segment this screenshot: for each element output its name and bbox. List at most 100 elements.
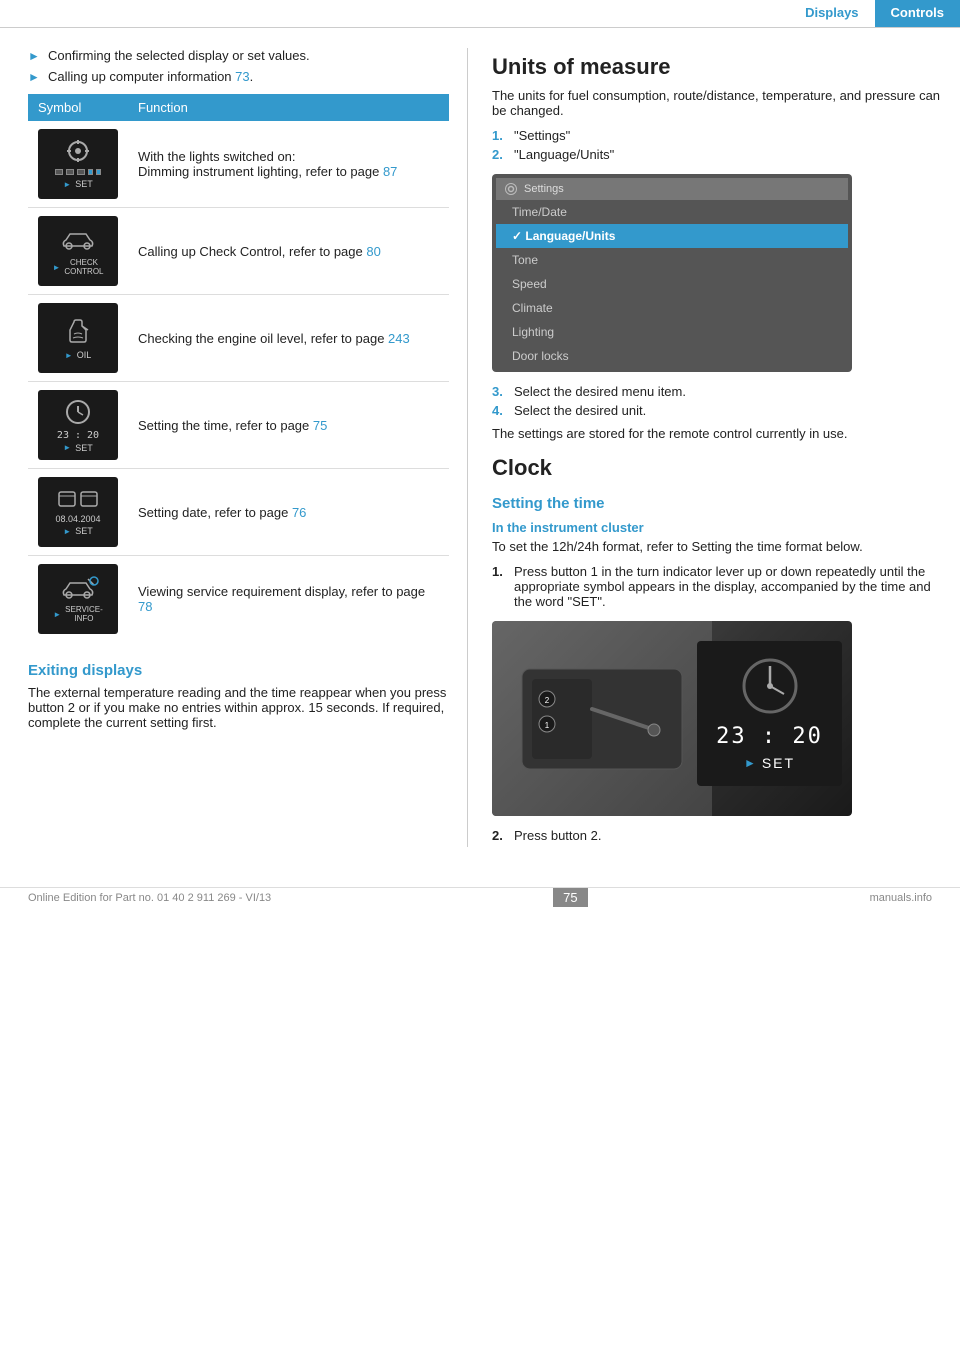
- date-icon: [56, 488, 100, 514]
- bullet-item-2: ► Calling up computer information 73.: [28, 69, 449, 84]
- function-cell-oil: Checking the engine oil level, refer to …: [128, 295, 449, 382]
- car-interior-svg: 2 1: [502, 639, 702, 799]
- exiting-displays-section: Exiting displays The external temperatur…: [28, 662, 449, 730]
- page-link-87[interactable]: 87: [383, 164, 397, 179]
- page-link-80[interactable]: 80: [366, 244, 380, 259]
- clock-step-1-text: Press button 1 in the turn indicator lev…: [514, 564, 942, 609]
- page-link-75[interactable]: 75: [313, 418, 327, 433]
- footer-edition-text: Online Edition for Part no. 01 40 2 911 …: [28, 892, 271, 904]
- settings-menu-item[interactable]: Tone: [496, 248, 848, 272]
- units-step-2: 2. "Language/Units": [492, 147, 942, 162]
- settings-menu-list: Time/Date✓ Language/UnitsToneSpeedClimat…: [496, 200, 848, 368]
- settings-menu-item[interactable]: Door locks: [496, 344, 848, 368]
- units-step-2-text: "Language/Units": [514, 147, 614, 162]
- play-arrow-icon: ►: [744, 756, 756, 770]
- clock-display-icon: [740, 656, 800, 716]
- clock-symbol-icon: [59, 398, 97, 430]
- table-col-symbol: Symbol: [28, 94, 128, 121]
- page-link-243[interactable]: 243: [388, 331, 410, 346]
- units-heading: Units of measure: [492, 54, 942, 80]
- car-controls-image: 2 1 23 : 20 ►: [492, 621, 852, 816]
- table-row: ► SET With the lights switched on: Dimmi…: [28, 121, 449, 208]
- function-cell-checkcontrol: Calling up Check Control, refer to page …: [128, 208, 449, 295]
- page-body: ► Confirming the selected display or set…: [0, 28, 960, 847]
- symbol-cell-lights: ► SET: [28, 121, 128, 208]
- clock-intro: To set the 12h/24h format, refer to Sett…: [492, 539, 942, 554]
- table-row: ► CHECK CONTROL Calling up Check Control…: [28, 208, 449, 295]
- bullet-item-1: ► Confirming the selected display or set…: [28, 48, 449, 63]
- units-step-3-num: 3.: [492, 384, 514, 399]
- units-step-1: 1. "Settings": [492, 128, 942, 143]
- page-header: Displays Controls: [0, 0, 960, 28]
- left-column: ► Confirming the selected display or set…: [0, 48, 468, 847]
- header-controls-tab: Controls: [875, 0, 960, 27]
- clock-heading: Clock: [492, 455, 942, 481]
- set-label: SET: [762, 755, 795, 771]
- function-cell-clock: Setting the time, refer to page 75: [128, 382, 449, 469]
- units-step-2-num: 2.: [492, 147, 514, 162]
- units-footer-text: The settings are stored for the remote c…: [492, 426, 942, 441]
- units-step-1-text: "Settings": [514, 128, 570, 143]
- symbol-car-img: ► CHECK CONTROL: [38, 216, 118, 286]
- clock-step-1-num: 1.: [492, 564, 514, 609]
- svg-text:1: 1: [545, 721, 550, 730]
- units-intro: The units for fuel consumption, route/di…: [492, 88, 942, 118]
- symbol-service-img: ► SERVICE- INFO: [38, 564, 118, 634]
- table-row: ► SERVICE- INFO Viewing service requirem…: [28, 556, 449, 643]
- settings-menu-item[interactable]: Speed: [496, 272, 848, 296]
- symbol-lights-img: ► SET: [38, 129, 118, 199]
- car-icon: [56, 226, 100, 254]
- symbol-cell-oil: ► OIL: [28, 295, 128, 382]
- oil-icon: [60, 316, 96, 348]
- function-text-lights-1: With the lights switched on:: [138, 149, 439, 164]
- function-cell-lights: With the lights switched on: Dimming ins…: [128, 121, 449, 208]
- symbol-date-img: 08.04.2004 ► SET: [38, 477, 118, 547]
- page-link-73[interactable]: 73: [235, 69, 249, 84]
- clock-display-panel: 23 : 20 ► SET: [697, 641, 842, 786]
- settings-title-text: Settings: [524, 183, 564, 195]
- symbol-cell-service: ► SERVICE- INFO: [28, 556, 128, 643]
- units-step-1-num: 1.: [492, 128, 514, 143]
- right-column: Units of measure The units for fuel cons…: [468, 48, 960, 847]
- car-interior-panel: 2 1: [492, 621, 712, 816]
- page-number: 75: [553, 888, 587, 907]
- settings-menu-item[interactable]: ✓ Language/Units: [496, 224, 848, 248]
- function-cell-service: Viewing service requirement display, ref…: [128, 556, 449, 643]
- symbol-cell-clock: 23 : 20 ► SET: [28, 382, 128, 469]
- exiting-displays-body: The external temperature reading and the…: [28, 685, 449, 730]
- footer-site: manuals.info: [870, 892, 932, 904]
- bullet-text-1: Confirming the selected display or set v…: [48, 48, 310, 63]
- service-car-icon: [56, 575, 100, 603]
- table-col-function: Function: [128, 94, 449, 121]
- units-step-3: 3. Select the desired menu item.: [492, 384, 942, 399]
- set-row: ► SET: [744, 755, 795, 771]
- bullet-arrow-icon: ►: [28, 49, 40, 63]
- symbol-cell-checkcontrol: ► CHECK CONTROL: [28, 208, 128, 295]
- table-row: ► OIL Checking the engine oil level, ref…: [28, 295, 449, 382]
- svg-text:2: 2: [545, 696, 550, 705]
- header-displays-tab: Displays: [789, 0, 874, 27]
- symbol-cell-date: 08.04.2004 ► SET: [28, 469, 128, 556]
- units-step-4-num: 4.: [492, 403, 514, 418]
- clock-step-2-num: 2.: [492, 828, 514, 843]
- page-footer: Online Edition for Part no. 01 40 2 911 …: [0, 887, 960, 907]
- units-step-3-text: Select the desired menu item.: [514, 384, 686, 399]
- table-row: 23 : 20 ► SET Setting the time, refer to…: [28, 382, 449, 469]
- function-cell-date: Setting date, refer to page 76: [128, 469, 449, 556]
- clock-step-2: 2. Press button 2.: [492, 828, 942, 843]
- page-link-76[interactable]: 76: [292, 505, 306, 520]
- symbol-function-table: Symbol Function: [28, 94, 449, 642]
- settings-menu-item[interactable]: Time/Date: [496, 200, 848, 224]
- time-display: 23 : 20: [716, 724, 823, 749]
- function-text-lights-2: Dimming instrument lighting, refer to pa…: [138, 164, 439, 179]
- settings-menu-item[interactable]: Climate: [496, 296, 848, 320]
- clock-step-1: 1. Press button 1 in the turn indicator …: [492, 564, 942, 609]
- symbol-clock-img: 23 : 20 ► SET: [38, 390, 118, 460]
- page-link-78[interactable]: 78: [138, 599, 152, 614]
- settings-screenshot: Settings Time/Date✓ Language/UnitsToneSp…: [492, 174, 852, 372]
- bullet-arrow-icon-2: ►: [28, 70, 40, 84]
- settings-menu-item[interactable]: Lighting: [496, 320, 848, 344]
- bullet-text-2: Calling up computer information 73.: [48, 69, 253, 84]
- exiting-displays-heading: Exiting displays: [28, 662, 449, 679]
- settings-gear-icon: [504, 182, 518, 196]
